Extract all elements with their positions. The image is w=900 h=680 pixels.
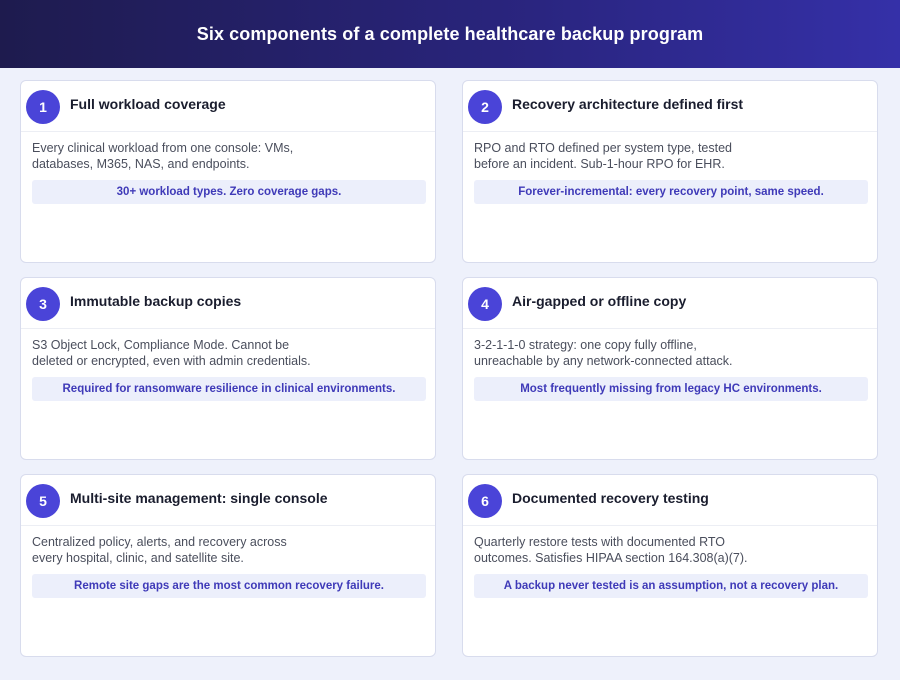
component-card-6: 6 Documented recovery testing Quarterly … xyxy=(462,474,878,657)
component-card-5: 5 Multi-site management: single console … xyxy=(20,474,436,657)
card-description: Every clinical workload from one console… xyxy=(32,140,332,172)
component-card-4: 4 Air-gapped or offline copy 3-2-1-1-0 s… xyxy=(462,277,878,460)
description-line: every hospital, clinic, and satellite si… xyxy=(32,551,244,565)
description-line: 3-2-1-1-0 strategy: one copy fully offli… xyxy=(474,338,697,352)
description-line: deleted or encrypted, even with admin cr… xyxy=(32,354,311,368)
card-callout: 30+ workload types. Zero coverage gaps. xyxy=(32,180,426,204)
card-description: Centralized policy, alerts, and recovery… xyxy=(32,534,332,566)
page-title: Six components of a complete healthcare … xyxy=(196,23,704,44)
card-callout: Remote site gaps are the most common rec… xyxy=(32,574,426,598)
card-description: RPO and RTO defined per system type, tes… xyxy=(474,140,774,172)
step-number-badge: 3 xyxy=(26,287,60,321)
description-line: Centralized policy, alerts, and recovery… xyxy=(32,535,287,549)
description-line: RPO and RTO defined per system type, tes… xyxy=(474,141,733,155)
card-header: 1 Full workload coverage xyxy=(21,81,435,132)
step-number-badge: 2 xyxy=(468,90,502,124)
card-description: 3-2-1-1-0 strategy: one copy fully offli… xyxy=(474,337,774,369)
description-line: unreachable by any network-connected att… xyxy=(474,354,733,368)
component-card-3: 3 Immutable backup copies S3 Object Lock… xyxy=(20,277,436,460)
card-callout: A backup never tested is an assumption, … xyxy=(474,574,868,598)
description-line: databases, M365, NAS, and endpoints. xyxy=(32,157,250,171)
card-header: 2 Recovery architecture defined first xyxy=(463,81,877,132)
card-title: Air-gapped or offline copy xyxy=(512,293,687,309)
card-description: S3 Object Lock, Compliance Mode. Cannot … xyxy=(32,337,332,369)
description-line: Quarterly restore tests with documented … xyxy=(474,535,726,549)
step-number-badge: 5 xyxy=(26,484,60,518)
page-header: Six components of a complete healthcare … xyxy=(0,0,900,68)
card-description: Quarterly restore tests with documented … xyxy=(474,534,774,566)
description-line: Every clinical workload from one console… xyxy=(32,141,294,155)
card-header: 3 Immutable backup copies xyxy=(21,278,435,329)
component-card-2: 2 Recovery architecture defined first RP… xyxy=(462,80,878,263)
card-title: Recovery architecture defined first xyxy=(512,96,744,112)
card-callout: Required for ransomware resilience in cl… xyxy=(32,377,426,401)
card-callout: Most frequently missing from legacy HC e… xyxy=(474,377,868,401)
step-number-badge: 4 xyxy=(468,287,502,321)
components-grid: 1 Full workload coverage Every clinical … xyxy=(20,80,880,660)
card-title: Immutable backup copies xyxy=(70,293,242,309)
component-card-1: 1 Full workload coverage Every clinical … xyxy=(20,80,436,263)
description-line: outcomes. Satisfies HIPAA section 164.30… xyxy=(474,551,748,565)
card-callout: Forever-incremental: every recovery poin… xyxy=(474,180,868,204)
card-title: Full workload coverage xyxy=(70,96,226,112)
card-title: Documented recovery testing xyxy=(512,490,709,506)
card-header: 6 Documented recovery testing xyxy=(463,475,877,526)
step-number-badge: 6 xyxy=(468,484,502,518)
card-header: 5 Multi-site management: single console xyxy=(21,475,435,526)
description-line: S3 Object Lock, Compliance Mode. Cannot … xyxy=(32,338,290,352)
card-header: 4 Air-gapped or offline copy xyxy=(463,278,877,329)
description-line: before an incident. Sub-1-hour RPO for E… xyxy=(474,157,725,171)
card-title: Multi-site management: single console xyxy=(70,490,328,506)
step-number-badge: 1 xyxy=(26,90,60,124)
